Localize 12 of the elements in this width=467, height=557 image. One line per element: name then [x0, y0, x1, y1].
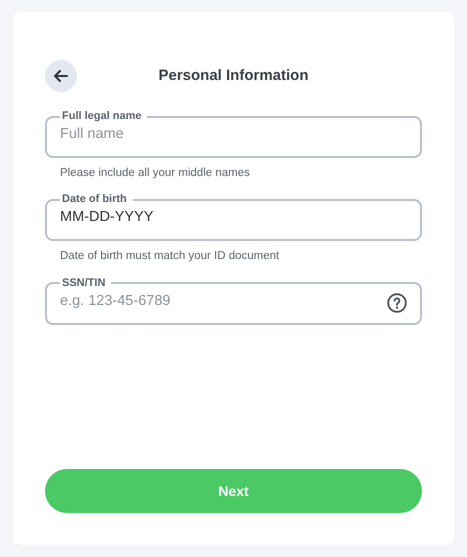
- back-button[interactable]: [45, 60, 77, 92]
- field-label: Full legal name: [61, 111, 142, 122]
- field-label: Date of birth: [61, 194, 128, 206]
- help-icon[interactable]: [387, 292, 407, 312]
- text-field[interactable]: SSN/TIN e.g. 123-45-6789: [45, 278, 422, 324]
- field-hint: Date of birth must match your ID document: [60, 249, 280, 264]
- text-field[interactable]: Full legal name Full name: [45, 111, 422, 158]
- back-arrow-icon: [54, 70, 68, 82]
- text-field[interactable]: Date of birth MM-DD-YYYY: [45, 194, 422, 242]
- field-hint: Please include all your middle names: [60, 166, 251, 181]
- page-title: Personal Information: [158, 66, 309, 86]
- field-label: SSN/TIN: [61, 278, 106, 288]
